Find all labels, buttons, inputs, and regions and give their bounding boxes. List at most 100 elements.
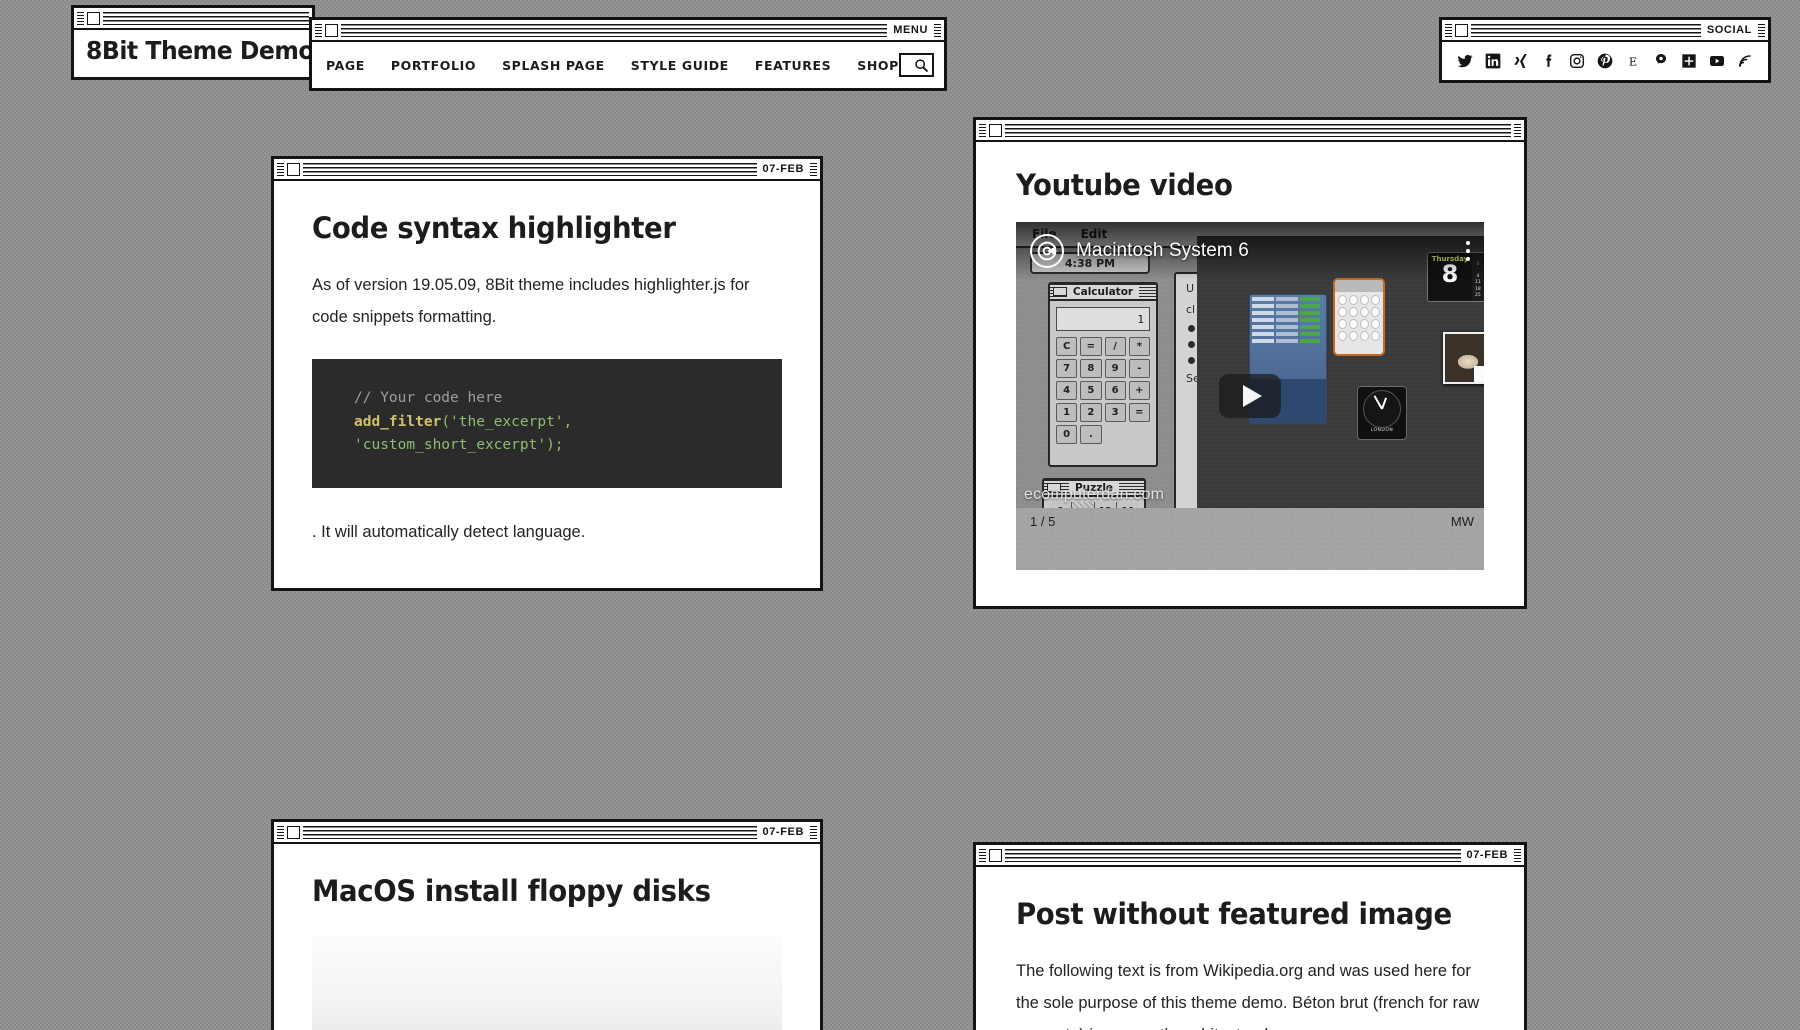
menu-body: PAGE PORTFOLIO SPLASH PAGE STYLE GUIDE F… <box>312 42 944 88</box>
kebab-menu-icon[interactable] <box>1466 241 1470 261</box>
world-clock-widget: LONDON <box>1357 386 1407 440</box>
post-card-floppy: 07-FEB MacOS install floppy disks <box>272 820 822 1030</box>
calc-key: 2 <box>1080 403 1102 422</box>
calendar-day-cell: 12 <box>1482 280 1484 286</box>
post-floppy-body: MacOS install floppy disks <box>274 844 820 1030</box>
code-close-paren: ); <box>546 437 564 454</box>
post-code-body: Code syntax highlighter As of version 19… <box>274 181 820 588</box>
nav-item-features[interactable]: FEATURES <box>755 58 831 73</box>
menu-titlebar[interactable]: MENU <box>312 20 944 42</box>
window-resize-grip-icon[interactable] <box>810 825 817 839</box>
post-date-label: 07-FEB <box>1466 848 1508 861</box>
close-box-icon[interactable] <box>287 825 300 839</box>
window-grip-icon <box>315 23 322 37</box>
nav-item-style-guide[interactable]: STYLE GUIDE <box>631 58 729 73</box>
search-box <box>898 53 934 77</box>
nav-item-shop[interactable]: SHOP <box>857 58 899 73</box>
rss-icon[interactable] <box>1737 53 1754 70</box>
calculator-widget-display <box>1335 280 1383 292</box>
menu-window-label: MENU <box>893 23 928 36</box>
post-youtube-body: Youtube video File Edit 4:38 PM Calculat… <box>976 142 1524 606</box>
code-open-paren: ( <box>441 413 451 430</box>
code-block: // Your code here add_filter('the_excerp… <box>312 359 782 488</box>
linkedin-icon[interactable] <box>1484 53 1501 70</box>
post-title-plain[interactable]: Post without featured image <box>1016 897 1461 931</box>
titlebar-stripes <box>1005 123 1511 137</box>
calc-key: 0 <box>1056 425 1078 444</box>
calc-key: . <box>1080 425 1102 444</box>
calc-key: 6 <box>1104 381 1126 400</box>
calendar-day-cell: 19 <box>1482 287 1484 293</box>
post-title-floppy[interactable]: MacOS install floppy disks <box>312 874 759 908</box>
calendar-day-cell: 18 <box>1475 286 1481 292</box>
post-paragraph-outro: . It will automatically detect language. <box>312 522 586 541</box>
calendar-day-cell: 25 <box>1475 292 1481 298</box>
plus-icon[interactable] <box>1681 53 1698 70</box>
code-comment: // Your code here <box>354 390 503 407</box>
post-title-youtube[interactable]: Youtube video <box>1016 168 1461 202</box>
snapchat-icon[interactable] <box>1653 53 1670 70</box>
post-card-youtube: Youtube video File Edit 4:38 PM Calculat… <box>974 118 1526 608</box>
calc-key: 3 <box>1104 403 1126 422</box>
post-code-titlebar[interactable]: 07-FEB <box>274 159 820 181</box>
instagram-icon[interactable] <box>1568 53 1585 70</box>
nav-item-portfolio[interactable]: PORTFOLIO <box>391 58 476 73</box>
code-function-name: add_filter <box>354 413 442 430</box>
post-paragraph-intro: As of version 19.05.09, 8Bit theme inclu… <box>312 276 750 327</box>
close-box-icon[interactable] <box>989 123 1002 137</box>
calculator-widget <box>1333 278 1385 356</box>
panel-bullet-icon <box>1188 325 1195 332</box>
video-right-label: MW <box>1450 514 1474 529</box>
calc-key: 4 <box>1056 381 1078 400</box>
window-resize-grip-icon[interactable] <box>1758 23 1765 37</box>
code-comma: , <box>563 413 573 430</box>
play-button-icon[interactable] <box>1219 374 1281 418</box>
window-grip-icon <box>277 825 284 839</box>
code-string-arg1: 'the_excerpt' <box>450 413 564 430</box>
calendar-day-cell: 11 <box>1475 280 1481 286</box>
pinterest-icon[interactable] <box>1596 53 1613 70</box>
window-resize-grip-icon[interactable] <box>934 23 941 37</box>
close-box-icon[interactable] <box>287 162 300 176</box>
search-icon[interactable] <box>913 57 929 73</box>
titlebar-stripes <box>1471 23 1701 37</box>
site-title-titlebar[interactable] <box>74 8 312 30</box>
nav-item-page[interactable]: PAGE <box>326 58 365 73</box>
xing-icon[interactable] <box>1512 53 1529 70</box>
video-top-overlay: Macintosh System 6 <box>1016 222 1484 280</box>
post-floppy-titlebar[interactable]: 07-FEB <box>274 822 820 844</box>
calc-key: 8 <box>1080 359 1102 378</box>
titlebar-stripes <box>303 825 757 839</box>
youtube-embed[interactable]: File Edit 4:38 PM Calculator 1 C = / * <box>1016 222 1484 570</box>
calc-key: C <box>1056 337 1078 356</box>
video-title[interactable]: Macintosh System 6 <box>1076 240 1249 262</box>
mac-calculator-title: Calculator <box>1066 285 1140 298</box>
window-resize-grip-icon[interactable] <box>810 162 817 176</box>
channel-avatar-icon[interactable] <box>1030 234 1064 268</box>
mac-calculator-window: Calculator 1 C = / * 7 8 9 - 4 5 6 + 1 2… <box>1048 282 1158 467</box>
post-date-label: 07-FEB <box>762 162 804 175</box>
post-youtube-titlebar[interactable] <box>976 120 1524 142</box>
close-box-icon[interactable] <box>325 23 338 37</box>
clock-city-label: LONDON <box>1370 428 1394 433</box>
main-menu-window: MENU PAGE PORTFOLIO SPLASH PAGE STYLE GU… <box>310 18 946 90</box>
social-titlebar[interactable]: SOCIAL <box>1442 20 1768 42</box>
calc-key: - <box>1128 359 1150 378</box>
window-grip-icon <box>979 123 986 137</box>
post-title-code-syntax[interactable]: Code syntax highlighter <box>312 211 759 245</box>
site-title-window: 8Bit Theme Demo <box>72 6 315 79</box>
close-box-icon[interactable] <box>989 848 1002 862</box>
window-resize-grip-icon[interactable] <box>1514 123 1521 137</box>
social-window: SOCIAL E <box>1440 18 1770 82</box>
close-box-icon[interactable] <box>1455 23 1468 37</box>
youtube-icon[interactable] <box>1709 53 1726 70</box>
facebook-icon[interactable] <box>1540 53 1557 70</box>
window-grip-icon <box>1445 23 1452 37</box>
calc-key: 5 <box>1080 381 1102 400</box>
window-resize-grip-icon[interactable] <box>1514 848 1521 862</box>
post-plain-titlebar[interactable]: 07-FEB <box>976 845 1524 867</box>
nav-item-splash-page[interactable]: SPLASH PAGE <box>502 58 605 73</box>
close-box-icon[interactable] <box>87 11 100 25</box>
twitter-icon[interactable] <box>1456 53 1473 70</box>
social-body: E <box>1442 42 1768 80</box>
